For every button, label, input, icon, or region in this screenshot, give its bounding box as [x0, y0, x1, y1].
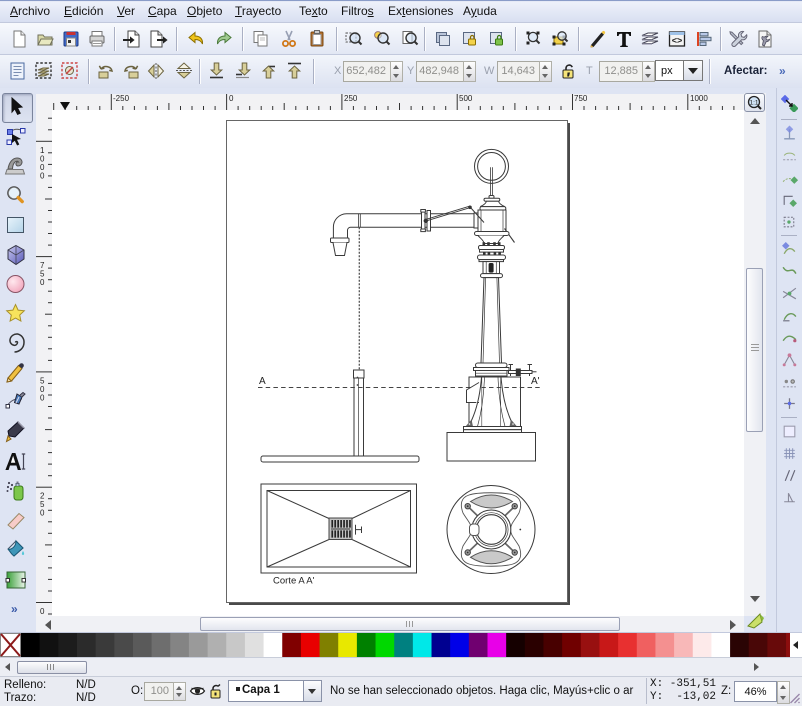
- svg-text:0: 0: [229, 94, 234, 103]
- svg-text:0: 0: [40, 278, 45, 287]
- svg-text:1000: 1000: [690, 94, 708, 103]
- svg-text:250: 250: [344, 94, 358, 103]
- svg-text:Corte A A': Corte A A': [273, 576, 315, 587]
- svg-text:-250: -250: [113, 94, 130, 103]
- svg-text:0: 0: [40, 607, 45, 616]
- svg-text:0: 0: [40, 393, 45, 402]
- svg-text:0: 0: [40, 171, 45, 180]
- svg-text:750: 750: [574, 94, 588, 103]
- svg-text:A: A: [259, 376, 266, 387]
- svg-text:<>: <>: [672, 36, 683, 46]
- svg-text:0: 0: [40, 509, 45, 518]
- svg-text:1:1: 1:1: [749, 100, 758, 107]
- svg-text:500: 500: [459, 94, 473, 103]
- svg-text:A': A': [531, 376, 540, 387]
